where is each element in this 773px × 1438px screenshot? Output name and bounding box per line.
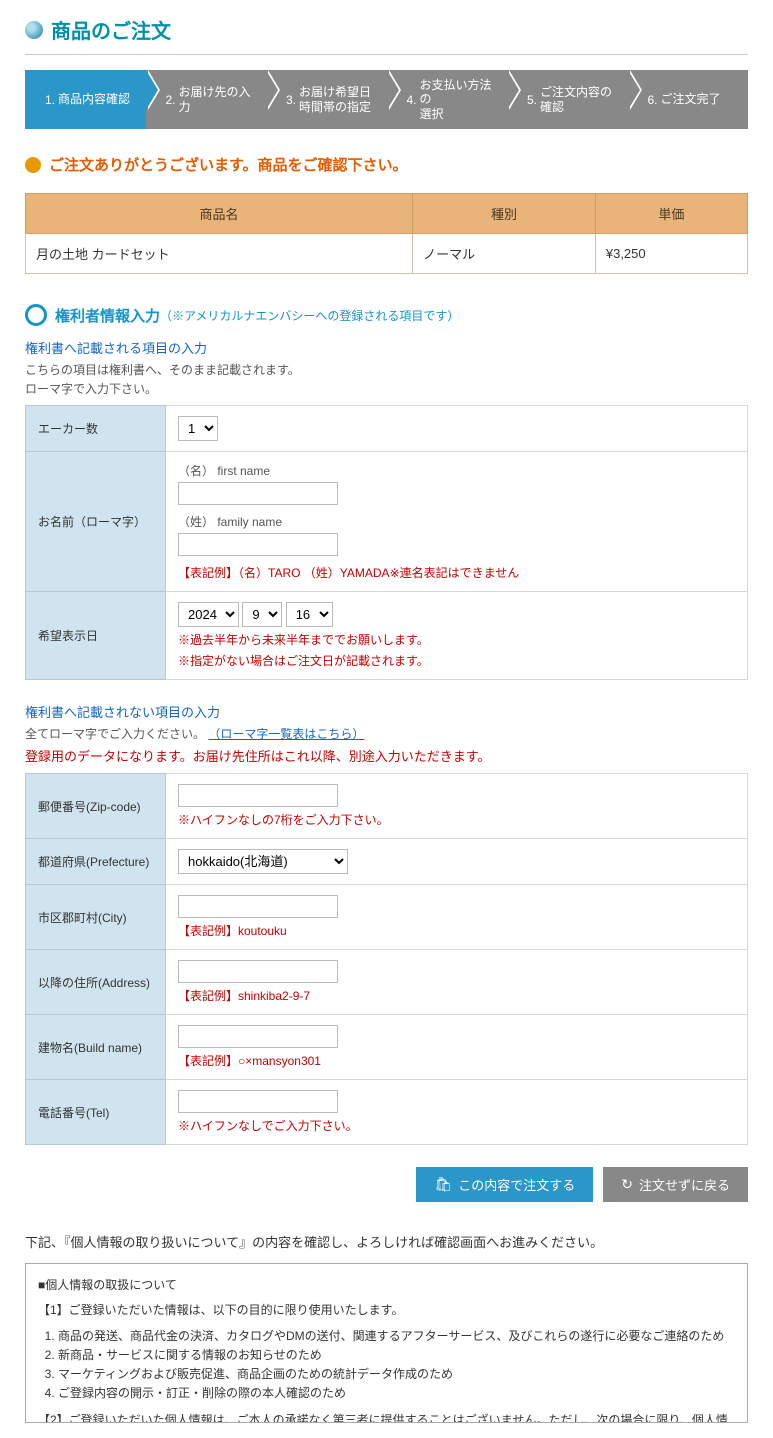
unrecorded-label: 権利書へ記載されない項目の入力 <box>25 702 748 721</box>
confirm-message: ご注文ありがとうございます。商品をご確認下さい。 <box>25 154 748 175</box>
cell-name: 月の土地 カードセット <box>26 234 413 274</box>
build-label: 建物名(Build name) <box>26 1015 166 1080</box>
month-select[interactable]: 9 <box>242 602 282 627</box>
zip-input[interactable] <box>178 784 338 807</box>
zip-note: ※ハイフンなしの7桁をご入力下さい。 <box>178 811 735 828</box>
progress-steps: 1.商品内容確認 2.お届け先の入力 3.お届け希望日 時間帯の指定 4.お支払… <box>25 70 748 129</box>
date-label: 希望表示日 <box>26 592 166 680</box>
privacy-sec2: 【2】ご登録いただいた個人情報は、ご本人の承諾なく第三者に提供することはございま… <box>38 1411 735 1423</box>
pref-label: 都道府県(Prefecture) <box>26 839 166 885</box>
year-select[interactable]: 2024 <box>178 602 239 627</box>
privacy-list: 商品の発送、商品代金の決済、カタログやDMの送付、関連するアフターサービス、及び… <box>38 1327 735 1404</box>
privacy-item: マーケティングおよび販売促進、商品企画のための統計データ作成のため <box>58 1365 735 1384</box>
build-example: 【表記例】○×mansyon301 <box>178 1052 735 1069</box>
step-3: 3.お届け希望日 時間帯の指定 <box>266 70 387 129</box>
privacy-lead: 下記、『個人情報の取り扱いについて』の内容を確認し、よろしければ確認画面へお進み… <box>25 1232 748 1251</box>
city-example: 【表記例】koutouku <box>178 922 735 939</box>
privacy-sec1: 【1】ご登録いただいた情報は、以下の目的に限り使用いたします。 <box>38 1301 735 1320</box>
privacy-box[interactable]: ■個人情報の取扱について 【1】ご登録いただいた情報は、以下の目的に限り使用いた… <box>25 1263 748 1423</box>
product-table: 商品名 種別 単価 月の土地 カードセット ノーマル ¥3,250 <box>25 193 748 274</box>
cell-price: ¥3,250 <box>595 234 747 274</box>
name-label: お名前（ローマ字） <box>26 452 166 592</box>
privacy-item: 新商品・サービスに関する情報のお知らせのため <box>58 1346 735 1365</box>
privacy-item: 商品の発送、商品代金の決済、カタログやDMの送付、関連するアフターサービス、及び… <box>58 1327 735 1346</box>
city-input[interactable] <box>178 895 338 918</box>
col-type: 種別 <box>413 194 596 234</box>
date-note1: ※過去半年から未来半年まででお願いします。 <box>178 631 735 648</box>
addr-example: 【表記例】shinkiba2-9-7 <box>178 987 735 1004</box>
col-price: 単価 <box>595 194 747 234</box>
name-example: 【表記例】（名）TARO （姓）YAMADA※連名表記はできません <box>178 564 735 581</box>
back-button[interactable]: ↻ 注文せずに戻る <box>603 1167 748 1202</box>
last-name-input[interactable] <box>178 533 338 556</box>
button-row: 🛍 この内容で注文する ↻ 注文せずに戻る <box>25 1167 748 1202</box>
page-title: 商品のご注文 <box>25 15 748 55</box>
address-form-table: 郵便番号(Zip-code) ※ハイフンなしの7桁をご入力下さい。 都道府県(P… <box>25 773 748 1145</box>
acres-select[interactable]: 1 <box>178 416 218 441</box>
date-note2: ※指定がない場合はご注文日が記載されます。 <box>178 652 735 669</box>
back-icon: ↻ <box>621 1176 633 1193</box>
recorded-note1: こちらの項目は権利書へ、そのまま記載されます。 <box>25 361 748 378</box>
recorded-label: 権利書へ記載される項目の入力 <box>25 338 748 357</box>
col-name: 商品名 <box>26 194 413 234</box>
rights-section-title: 権利者情報入力 （※アメリカルナエンバシーへの登録される項目です） <box>25 304 748 326</box>
unrecorded-note: 全てローマ字でご入力ください。 （ローマ字一覧表はこちら） <box>25 725 748 742</box>
step-6: 6.ご注文完了 <box>628 70 749 129</box>
privacy-item: ご登録内容の開示・訂正・削除の際の本人確認のため <box>58 1384 735 1403</box>
step-1: 1.商品内容確認 <box>25 70 146 129</box>
city-label: 市区郡町村(City) <box>26 885 166 950</box>
step-2: 2.お届け先の入力 <box>146 70 267 129</box>
acres-label: エーカー数 <box>26 406 166 452</box>
cart-icon: 🛍 <box>434 1176 452 1193</box>
zip-label: 郵便番号(Zip-code) <box>26 774 166 839</box>
recorded-note2: ローマ字で入力下さい。 <box>25 380 748 397</box>
step-4: 4.お支払い方法の 選択 <box>387 70 508 129</box>
last-name-label: （姓） family name <box>178 513 735 530</box>
page-title-text: 商品のご注文 <box>51 15 171 44</box>
pref-select[interactable]: hokkaido(北海道) <box>178 849 348 874</box>
rights-form-table: エーカー数 1 お名前（ローマ字） （名） first name （姓） fam… <box>25 405 748 680</box>
build-input[interactable] <box>178 1025 338 1048</box>
data-note: 登録用のデータになります。お届け先住所はこれ以降、別途入力いただきます。 <box>25 746 748 765</box>
privacy-heading: ■個人情報の取扱について <box>38 1276 735 1295</box>
tel-label: 電話番号(Tel) <box>26 1080 166 1145</box>
cell-type: ノーマル <box>413 234 596 274</box>
first-name-input[interactable] <box>178 482 338 505</box>
step-5: 5.ご注文内容の確認 <box>507 70 628 129</box>
first-name-label: （名） first name <box>178 462 735 479</box>
addr-input[interactable] <box>178 960 338 983</box>
addr-label: 以降の住所(Address) <box>26 950 166 1015</box>
table-row: 月の土地 カードセット ノーマル ¥3,250 <box>26 234 748 274</box>
tel-note: ※ハイフンなしでご入力下さい。 <box>178 1117 735 1134</box>
romaji-link[interactable]: （ローマ字一覧表はこちら） <box>208 727 364 741</box>
order-button[interactable]: 🛍 この内容で注文する <box>416 1167 593 1202</box>
day-select[interactable]: 16 <box>286 602 333 627</box>
tel-input[interactable] <box>178 1090 338 1113</box>
